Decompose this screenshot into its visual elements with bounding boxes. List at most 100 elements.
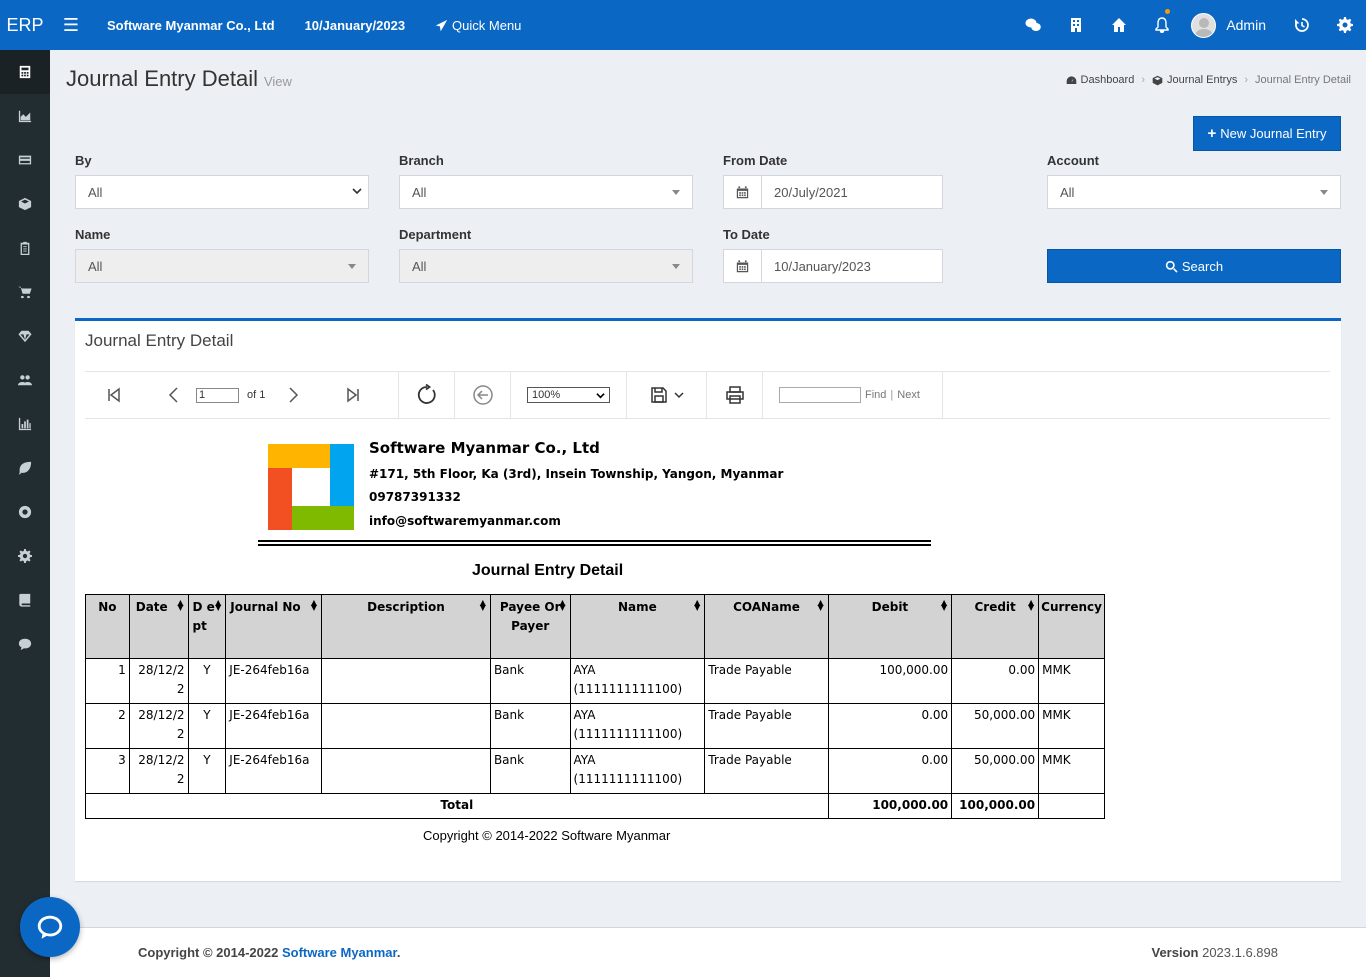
leaf-icon[interactable] <box>0 446 50 490</box>
search-label: Search <box>1181 258 1224 274</box>
user-menu[interactable]: Admin <box>1183 12 1280 38</box>
sort-icon[interactable]: ▲ ▼ <box>1028 599 1034 612</box>
calendar-icon[interactable] <box>724 250 762 282</box>
column-header-description[interactable]: Description ▲ ▼ <box>320 594 491 659</box>
cell-date: 28/12/22 <box>128 703 189 749</box>
area-chart-icon[interactable] <box>0 94 50 138</box>
footer-copyright: Copyright © 2014-2022 Software Myanmar. <box>138 945 400 960</box>
quick-menu-button[interactable]: Quick Menu <box>435 18 521 33</box>
column-header-currency[interactable]: Currency <box>1038 594 1105 659</box>
total-row: Total 100,000.00 100,000.00 <box>85 793 1105 819</box>
wechat-icon[interactable] <box>1011 0 1054 50</box>
credit-card-icon[interactable] <box>0 138 50 182</box>
report-title: Journal Entry Detail <box>472 562 624 579</box>
column-header-coa-name[interactable]: COAName ▲ ▼ <box>704 594 829 659</box>
footer-version: Version 2023.1.6.898 <box>1152 945 1279 960</box>
name-label: Name <box>75 227 111 242</box>
sort-icon[interactable]: ▲ ▼ <box>311 599 317 612</box>
to-date-label: To Date <box>723 227 770 242</box>
find-next-link[interactable]: Next <box>897 389 920 401</box>
department-select[interactable]: All <box>399 249 693 283</box>
dashboard-icon <box>1066 75 1076 84</box>
building-icon[interactable] <box>1054 0 1097 50</box>
to-date-input[interactable]: 10/January/2023 <box>723 249 943 283</box>
zoom-select[interactable]: 100% <box>527 387 610 403</box>
sort-icon[interactable]: ▲ ▼ <box>480 599 486 612</box>
name-select[interactable]: All <box>75 249 369 283</box>
save-export-icon[interactable] <box>650 386 668 404</box>
cell-description <box>320 748 491 794</box>
book-icon[interactable] <box>0 578 50 622</box>
calendar-icon[interactable] <box>724 176 762 208</box>
page-number-input[interactable]: 1 <box>196 387 239 403</box>
calculator-icon[interactable] <box>0 50 50 94</box>
footer-company-link[interactable]: Software Myanmar <box>282 945 397 960</box>
journal-entry-box: Journal Entry Detail 1 of 1 100% Find | … <box>75 318 1341 881</box>
find-link[interactable]: Find <box>865 389 886 401</box>
breadcrumb-dashboard[interactable]: Dashboard <box>1081 74 1135 86</box>
print-icon[interactable] <box>725 385 745 405</box>
total-credit: 100,000.00 <box>951 793 1040 819</box>
cube-icon[interactable] <box>0 182 50 226</box>
table-row: 1 28/12/22 Y JE-264feb16a Bank AYA (1111… <box>85 658 1105 704</box>
first-page-icon[interactable] <box>100 387 128 403</box>
page-footer: Copyright © 2014-2022 Software Myanmar. … <box>50 927 1366 977</box>
life-ring-icon[interactable] <box>0 490 50 534</box>
home-icon[interactable] <box>1097 0 1140 50</box>
avatar <box>1191 12 1217 38</box>
page-subtitle: View <box>263 74 292 89</box>
column-header-journal-no[interactable]: Journal No ▲ ▼ <box>225 594 322 659</box>
department-select-value: All <box>412 258 427 274</box>
from-date-input[interactable]: 20/July/2021 <box>723 175 943 209</box>
new-journal-entry-button[interactable]: + New Journal Entry <box>1193 116 1341 151</box>
refresh-group <box>399 371 455 419</box>
caret-down-icon <box>672 264 680 269</box>
column-header-name[interactable]: Name ▲ ▼ <box>569 594 706 659</box>
zoom-group: 100% <box>511 371 627 419</box>
column-header-credit[interactable]: Credit ▲ ▼ <box>951 594 1040 659</box>
cell-no: 2 <box>85 703 130 749</box>
column-header-debit[interactable]: Debit ▲ ▼ <box>827 594 953 659</box>
report-phone: 09787391332 <box>369 490 461 504</box>
sort-icon[interactable]: ▲ ▼ <box>941 599 947 612</box>
cell-name: AYA (1111111111100) <box>569 658 706 704</box>
account-select[interactable]: All <box>1047 175 1341 209</box>
cart-icon[interactable] <box>0 270 50 314</box>
users-icon[interactable] <box>0 358 50 402</box>
search-button[interactable]: Search <box>1047 249 1341 283</box>
column-header-date[interactable]: Date ▲ ▼ <box>128 594 189 659</box>
branch-select[interactable]: All <box>399 175 693 209</box>
column-header-no[interactable]: No <box>85 594 130 659</box>
notification-bell-icon[interactable] <box>1140 0 1183 50</box>
page-title: Journal Entry Detail View <box>66 66 292 92</box>
history-icon[interactable] <box>1280 0 1323 50</box>
menu-toggle-icon[interactable]: ☰ <box>50 15 92 36</box>
app-logo[interactable]: ERP <box>0 0 50 50</box>
clipboard-icon[interactable] <box>0 226 50 270</box>
bar-chart-icon[interactable] <box>0 402 50 446</box>
cube-icon <box>1152 75 1163 85</box>
refresh-icon[interactable] <box>416 384 438 406</box>
breadcrumb-journal-entrys[interactable]: Journal Entrys <box>1167 74 1237 86</box>
gear-icon[interactable] <box>0 534 50 578</box>
next-page-icon[interactable] <box>279 387 307 403</box>
sort-icon[interactable]: ▲ ▼ <box>559 599 565 612</box>
table-row: 2 28/12/22 Y JE-264feb16a Bank AYA (1111… <box>85 703 1105 749</box>
sort-icon[interactable]: ▲ ▼ <box>818 599 824 612</box>
find-input[interactable] <box>779 387 861 403</box>
column-header-dept[interactable]: D e pt ▲ ▼ <box>187 594 227 659</box>
by-select[interactable]: All <box>75 175 369 209</box>
column-header-payee[interactable]: Payee Or Payer ▲ ▼ <box>489 594 571 659</box>
chevron-down-icon[interactable] <box>673 390 684 400</box>
previous-page-icon[interactable] <box>160 387 188 403</box>
sort-icon[interactable]: ▲ ▼ <box>694 599 700 612</box>
chat-bubble-icon[interactable] <box>20 897 80 957</box>
last-page-icon[interactable] <box>339 387 367 403</box>
total-label: Total <box>85 793 829 819</box>
comment-icon[interactable] <box>0 622 50 666</box>
sort-icon[interactable]: ▲ ▼ <box>215 599 221 612</box>
settings-gear-icon[interactable] <box>1323 0 1366 50</box>
back-to-parent-icon[interactable] <box>472 384 494 406</box>
diamond-icon[interactable] <box>0 314 50 358</box>
sort-icon[interactable]: ▲ ▼ <box>177 599 183 612</box>
